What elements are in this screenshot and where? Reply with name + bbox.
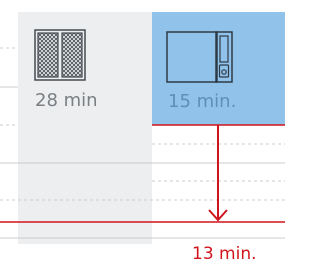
oven-grid-icon <box>34 29 86 81</box>
oven-a-time-label: 28 min <box>35 90 98 111</box>
time-comparison-diagram: 28 min 15 min. 13 min. <box>0 0 285 264</box>
oven-b-time-label: 15 min. <box>168 91 237 112</box>
difference-label: 13 min. <box>192 244 257 264</box>
microwave-oven-icon <box>166 31 233 83</box>
